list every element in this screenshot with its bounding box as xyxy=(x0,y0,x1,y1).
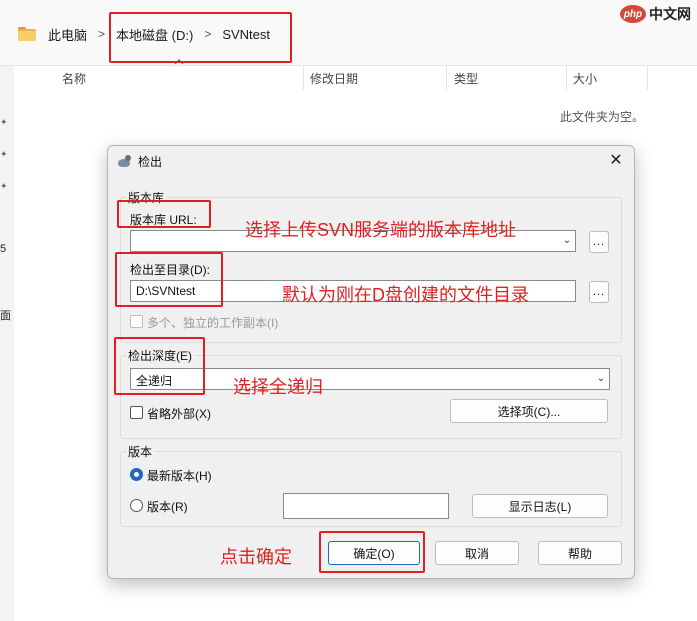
head-revision-label: 最新版本(H) xyxy=(147,469,212,483)
chevron-down-icon[interactable]: ⌄ xyxy=(594,370,608,388)
pin-icon[interactable]: ✦ xyxy=(0,182,9,191)
close-icon[interactable]: ✕ xyxy=(606,151,626,171)
column-header-size[interactable]: 大小 xyxy=(573,66,597,90)
revision-input[interactable] xyxy=(283,493,449,519)
dialog-titlebar[interactable]: 检出 xyxy=(108,146,634,176)
column-divider[interactable] xyxy=(647,66,648,90)
annotation-box-ok xyxy=(319,531,425,573)
cancel-button[interactable]: 取消 xyxy=(435,541,519,565)
empty-folder-message: 此文件夹为空。 xyxy=(560,110,645,124)
nav-item-text[interactable]: 5 xyxy=(0,243,6,255)
multiple-copies-label: 多个、独立的工作副本(I) xyxy=(147,316,279,330)
annotation-text-depth: 选择全递归 xyxy=(233,377,323,397)
annotation-box-url xyxy=(117,200,211,228)
column-header-date[interactable]: 修改日期 xyxy=(310,66,358,90)
tortoise-icon xyxy=(116,154,132,168)
column-header-type[interactable]: 类型 xyxy=(454,66,478,90)
dialog-title: 检出 xyxy=(138,154,163,169)
revision-group-label: 版本 xyxy=(126,443,155,460)
column-divider[interactable] xyxy=(566,66,567,90)
pin-icon[interactable]: ✦ xyxy=(0,150,9,159)
logo-text: 中文网 xyxy=(649,6,691,22)
specific-revision-radio[interactable] xyxy=(130,499,143,512)
annotation-text-url: 选择上传SVN服务端的版本库地址 xyxy=(245,220,517,240)
choose-items-button[interactable]: 选择项(C)... xyxy=(450,399,608,423)
omit-externals-checkbox[interactable] xyxy=(130,406,143,419)
omit-externals-label: 省略外部(X) xyxy=(147,407,211,421)
help-button[interactable]: 帮助 xyxy=(538,541,622,565)
column-divider[interactable] xyxy=(303,66,304,90)
annotation-box-breadcrumb xyxy=(109,12,292,63)
browse-url-button[interactable]: ... xyxy=(589,231,609,253)
pin-icon[interactable]: ✦ xyxy=(0,118,9,127)
breadcrumb-this-pc[interactable]: 此电脑 xyxy=(48,25,87,44)
annotation-box-depth xyxy=(114,337,205,395)
folder-icon xyxy=(18,27,36,41)
browse-dir-button[interactable]: ... xyxy=(589,281,609,303)
nav-item-text[interactable]: 面 xyxy=(0,307,11,323)
logo-badge: php xyxy=(620,5,646,23)
chevron-right-icon: > xyxy=(98,27,106,41)
multiple-copies-checkbox[interactable] xyxy=(130,315,143,328)
specific-revision-label: 版本(R) xyxy=(147,500,188,514)
annotation-text-ok: 点击确定 xyxy=(220,547,292,567)
php-cn-logo: php 中文网 xyxy=(620,4,691,24)
column-header-name[interactable]: 名称 xyxy=(62,66,86,90)
column-divider[interactable] xyxy=(446,66,447,90)
annotation-box-dir xyxy=(115,252,223,307)
chevron-down-icon[interactable]: ⌄ xyxy=(560,232,574,250)
head-revision-radio[interactable] xyxy=(130,468,143,481)
annotation-text-dir: 默认为刚在D盘创建的文件目录 xyxy=(282,285,529,305)
address-bar[interactable]: 此电脑 > 本地磁盘 (D:) > SVNtest xyxy=(8,14,598,54)
show-log-button[interactable]: 显示日志(L) xyxy=(472,494,608,518)
